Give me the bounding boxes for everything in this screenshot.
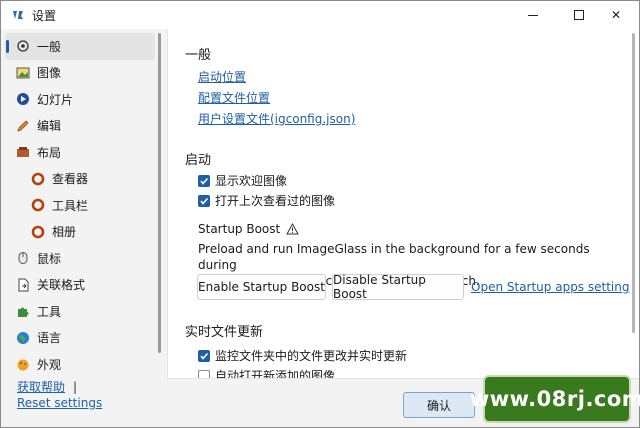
sidebar-item[interactable]: 查看器 (5, 166, 155, 193)
settings-icon (16, 39, 30, 53)
maximize-icon (574, 10, 584, 20)
help-link[interactable]: 获取帮助 (17, 380, 65, 394)
sidebar-item[interactable]: 相册 (5, 219, 155, 246)
watch-folder-checkbox[interactable]: 监控文件夹中的文件更改并实时更新 (198, 347, 407, 364)
sidebar-item-label: 鼠标 (37, 251, 62, 266)
sidebar: 一般图像幻灯片编辑布局查看器工具栏相册鼠标关联格式工具语言外观 获取帮助 | Re… (1, 29, 167, 427)
sidebar-item[interactable]: 关联格式 (5, 272, 155, 299)
close-button[interactable]: ✕ (593, 1, 639, 29)
reset-settings-link[interactable]: Reset settings (17, 396, 102, 410)
sidebar-footer: 获取帮助 | Reset settings (17, 379, 102, 411)
ok-button[interactable]: 确认 (403, 392, 475, 418)
sidebar-item-label: 查看器 (52, 172, 89, 187)
section-title-realtime: 实时文件更新 (185, 325, 264, 340)
disable-startup-boost-button[interactable]: Disable Startup Boost (332, 273, 464, 301)
minimize-icon (528, 14, 538, 16)
startup-location-link[interactable]: 启动位置 (198, 68, 246, 85)
sidebar-nav: 一般图像幻灯片编辑布局查看器工具栏相册鼠标关联格式工具语言外观 (5, 33, 155, 378)
open-last-image-checkbox[interactable]: 打开上次查看过的图像 (198, 192, 335, 209)
checkbox-label: 监控文件夹中的文件更改并实时更新 (215, 349, 408, 363)
checkbox-checked-icon (198, 194, 210, 207)
sidebar-item-label: 幻灯片 (37, 92, 74, 107)
ring-icon (31, 172, 45, 186)
checkbox-label: 自动打开新添加的图像 (215, 369, 336, 379)
user-config-file-link[interactable]: 用户设置文件(igconfig.json) (198, 110, 355, 127)
globe-icon (16, 331, 30, 345)
image-icon (16, 66, 30, 80)
content-scrollbar[interactable] (632, 33, 635, 333)
section-title-general: 一般 (185, 48, 212, 63)
sidebar-item[interactable]: 编辑 (5, 113, 155, 140)
config-location-link[interactable]: 配置文件位置 (198, 89, 270, 106)
pencil-icon (16, 119, 30, 133)
sidebar-item[interactable]: 鼠标 (5, 245, 155, 272)
sidebar-item[interactable]: 图像 (5, 60, 155, 87)
checkbox-label: 显示欢迎图像 (215, 174, 288, 188)
section-title-startup: 启动 (185, 153, 212, 168)
sidebar-item-label: 编辑 (37, 119, 62, 134)
sidebar-item[interactable]: 幻灯片 (5, 86, 155, 113)
sidebar-item[interactable]: 外观 (5, 351, 155, 378)
sidebar-item-label: 关联格式 (37, 278, 86, 293)
minimize-button[interactable] (510, 1, 556, 29)
sidebar-scrollbar[interactable] (158, 33, 161, 353)
imageglass-app-icon (11, 8, 25, 22)
checkbox-label: 打开上次查看过的图像 (215, 194, 336, 208)
ring-icon (31, 198, 45, 212)
footer-separator: | (73, 380, 78, 394)
sidebar-item[interactable]: 语言 (5, 325, 155, 352)
startup-boost-heading: Startup Boost (198, 222, 300, 236)
enable-startup-boost-button[interactable]: Enable Startup Boost (197, 274, 326, 300)
sidebar-item-label: 一般 (37, 39, 62, 54)
close-icon: ✕ (610, 8, 622, 22)
sidebar-item[interactable]: 布局 (5, 139, 155, 166)
sidebar-item-label: 图像 (37, 66, 62, 81)
appearance-icon (16, 357, 30, 371)
window-title: 设置 (32, 9, 57, 23)
sidebar-item-label: 外观 (37, 357, 62, 372)
open-startup-apps-link[interactable]: Open Startup apps setting (471, 280, 629, 294)
layout-icon (16, 145, 30, 159)
checkbox-checked-icon (198, 349, 210, 362)
startup-boost-title: Startup Boost (198, 222, 281, 236)
mouse-icon (16, 251, 30, 265)
title-bar: 设置 ✕ (1, 1, 639, 29)
checkbox-unchecked-icon (198, 369, 210, 378)
slideshow-icon (16, 92, 30, 106)
ring-icon (31, 225, 45, 239)
sidebar-item[interactable]: 工具栏 (5, 192, 155, 219)
watermark-logo: www.08rj.com (470, 375, 640, 423)
auto-open-new-image-checkbox[interactable]: 自动打开新添加的图像 (198, 367, 336, 379)
puzzle-icon (16, 304, 30, 318)
checkbox-checked-icon (198, 174, 210, 187)
file-association-icon (16, 278, 30, 292)
show-welcome-checkbox[interactable]: 显示欢迎图像 (198, 172, 287, 189)
sidebar-item-label: 布局 (37, 145, 62, 160)
startup-boost-desc-line1: Preload and run ImageGlass in the backgr… (198, 242, 590, 272)
warning-icon (286, 223, 300, 235)
settings-content: 一般 启动位置 配置文件位置 用户设置文件(igconfig.json) 启动 … (167, 29, 639, 379)
sidebar-item[interactable]: 一般 (5, 33, 155, 60)
sidebar-item-label: 相册 (52, 225, 77, 240)
sidebar-item-label: 语言 (37, 331, 62, 346)
settings-window: 设置 ✕ 一般图像幻灯片编辑布局查看器工具栏相册鼠标关联格式工具语言外观 获取帮… (0, 0, 640, 428)
sidebar-item-label: 工具栏 (52, 198, 89, 213)
sidebar-item-label: 工具 (37, 304, 62, 319)
sidebar-item[interactable]: 工具 (5, 298, 155, 325)
